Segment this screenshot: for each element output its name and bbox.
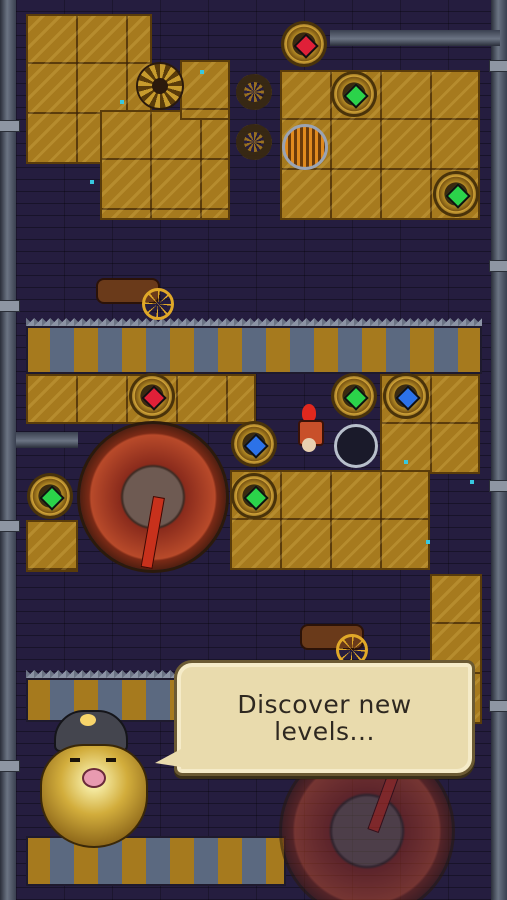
red-gem-icon [293,33,319,59]
gold-block [180,60,230,120]
spike-row [26,318,482,326]
portal-ring[interactable] [334,424,378,468]
cage-gate[interactable] [282,124,328,170]
gem-socket[interactable] [132,376,172,416]
gem-socket[interactable] [436,174,476,214]
mine-cart [300,616,390,666]
gem-socket[interactable] [234,476,274,516]
mid-pipe [16,432,78,448]
gem-socket[interactable] [386,376,426,416]
sparkle [470,480,474,484]
dwarf-narrator [36,710,148,850]
spike-row [26,670,176,678]
blue-gem-icon [243,433,269,459]
gold-block [100,110,230,220]
cog-decoration [236,124,272,160]
player-character[interactable] [294,404,324,454]
green-gem-icon [343,385,369,411]
red-gem-icon [141,385,167,411]
sparkle [120,100,124,104]
gem-socket[interactable] [284,24,324,64]
tutorial-speech-bubble[interactable]: Discover new levels... [155,660,475,776]
sparkle [90,180,94,184]
green-gem-icon [243,485,269,511]
gem-socket[interactable] [334,376,374,416]
gem-socket[interactable] [234,424,274,464]
green-gem-icon [39,485,65,511]
left-pipe [0,0,20,900]
stone-band [26,326,482,374]
saw-blade [138,64,182,108]
gem-socket[interactable] [30,476,70,516]
green-gem-icon [343,83,369,109]
game-stage[interactable]: Discover new levels... [0,0,507,900]
tutorial-message: Discover new levels... [237,690,412,746]
cog-decoration [236,74,272,110]
gem-socket[interactable] [334,74,374,114]
clock-face [80,424,226,570]
sparkle [200,70,204,74]
clock-hand [140,495,165,570]
right-pipe [489,0,507,900]
gold-block [26,520,78,572]
sparkle [426,540,430,544]
top-pipe [330,30,500,46]
blue-gem-icon [395,385,421,411]
green-gem-icon [445,183,471,209]
mine-cart [96,270,186,320]
sparkle [404,460,408,464]
